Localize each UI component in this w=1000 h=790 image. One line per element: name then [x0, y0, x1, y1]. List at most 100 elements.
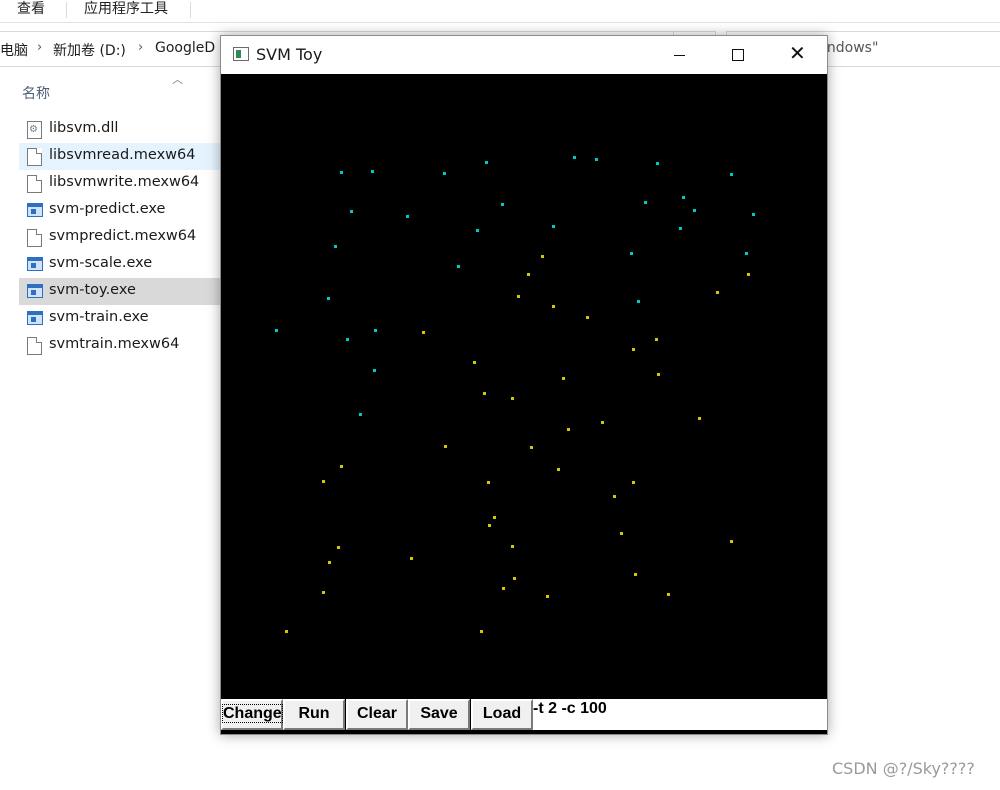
clear-button[interactable]: Clear — [346, 699, 408, 730]
save-button[interactable]: Save — [408, 699, 470, 730]
tab-view[interactable]: 查看 — [17, 0, 45, 22]
data-point-class2 — [285, 630, 288, 633]
data-point-class2 — [328, 561, 331, 564]
change-button[interactable]: Change — [221, 699, 283, 730]
run-button[interactable]: Run — [283, 699, 345, 730]
ribbon-divider — [66, 2, 67, 18]
data-point-class2 — [634, 573, 637, 576]
data-point-class1 — [476, 229, 479, 232]
sort-up-icon: ︿ — [172, 73, 183, 86]
column-header-name[interactable]: 名称 — [22, 83, 50, 103]
close-button[interactable]: ✕ — [767, 36, 825, 74]
data-point-class1 — [679, 227, 682, 230]
csdn-watermark: CSDN @?/Sky???? — [832, 759, 975, 778]
svm-drawing-canvas[interactable] — [221, 74, 827, 698]
data-point-class2 — [613, 495, 616, 498]
data-point-class1 — [350, 210, 353, 213]
file-name: libsvmwrite.mexw64 — [49, 174, 200, 190]
data-point-class2 — [601, 421, 604, 424]
file-name: svmtrain.mexw64 — [49, 336, 180, 352]
data-point-class1 — [730, 173, 733, 176]
data-point-class1 — [275, 329, 278, 332]
save-button-label: Save — [420, 705, 458, 722]
data-point-class2 — [422, 331, 425, 334]
exe-file-icon — [27, 257, 43, 271]
search-input-text[interactable]: indows" — [823, 40, 878, 56]
data-point-class1 — [682, 196, 685, 199]
data-point-class1 — [374, 329, 377, 332]
file-icon — [27, 175, 42, 193]
exe-file-icon — [27, 203, 43, 217]
file-row[interactable]: svmtrain.mexw64 — [19, 332, 229, 359]
data-point-class2 — [488, 524, 491, 527]
file-name: libsvmread.mexw64 — [49, 147, 196, 163]
file-row[interactable]: svmpredict.mexw64 — [19, 224, 229, 251]
parameter-input[interactable]: -t 2 -c 100 — [533, 699, 827, 730]
ribbon-divider — [190, 2, 191, 18]
data-point-class2 — [730, 540, 733, 543]
data-point-class2 — [337, 546, 340, 549]
minimize-button[interactable] — [651, 36, 709, 74]
data-point-class1 — [552, 225, 555, 228]
file-row[interactable]: libsvm.dll — [19, 116, 229, 143]
breadcrumb-drive[interactable]: 新加卷 (D:) — [53, 40, 126, 60]
data-point-class1 — [693, 209, 696, 212]
data-point-class2 — [667, 593, 670, 596]
data-point-class2 — [513, 577, 516, 580]
file-row[interactable]: svm-scale.exe — [19, 251, 229, 278]
breadcrumb-pc[interactable]: 电脑 — [0, 40, 28, 60]
data-point-class2 — [620, 532, 623, 535]
file-row[interactable]: svm-predict.exe — [19, 197, 229, 224]
data-point-class1 — [745, 252, 748, 255]
file-list: libsvm.dll libsvmread.mexw64 libsvmwrite.m… — [19, 116, 229, 359]
data-point-class2 — [340, 465, 343, 468]
title-bar[interactable]: SVM Toy ✕ — [221, 36, 827, 74]
app-icon — [233, 47, 249, 61]
window-title: SVM Toy — [256, 45, 323, 64]
data-point-class2 — [632, 481, 635, 484]
data-point-class1 — [752, 213, 755, 216]
load-button-label: Load — [482, 705, 522, 722]
data-point-class2 — [530, 446, 533, 449]
data-point-class1 — [334, 245, 337, 248]
data-point-class1 — [637, 300, 640, 303]
close-icon: ✕ — [789, 41, 806, 65]
file-row[interactable]: libsvmread.mexw64 — [19, 143, 229, 170]
data-point-class1 — [327, 297, 330, 300]
chevron-right-icon[interactable]: › — [138, 40, 143, 55]
data-point-class2 — [517, 295, 520, 298]
tab-app-tools[interactable]: 应用程序工具 — [84, 0, 168, 22]
load-button[interactable]: Load — [471, 699, 533, 730]
minimize-icon — [674, 55, 685, 56]
file-row[interactable]: svm-toy.exe — [19, 278, 229, 305]
dll-file-icon — [27, 121, 42, 139]
file-name: svm-train.exe — [49, 309, 149, 325]
svm-toy-window: SVM Toy ✕ Change Run Clear Save Load -t … — [220, 35, 828, 735]
data-point-class1 — [371, 170, 374, 173]
file-name: libsvm.dll — [49, 120, 119, 136]
maximize-button[interactable] — [709, 36, 767, 74]
data-point-class2 — [657, 373, 660, 376]
data-point-class2 — [444, 445, 447, 448]
data-point-class1 — [373, 369, 376, 372]
data-point-class2 — [541, 255, 544, 258]
data-point-class2 — [410, 557, 413, 560]
data-point-class2 — [716, 291, 719, 294]
data-point-class2 — [511, 545, 514, 548]
clear-button-label: Clear — [356, 705, 398, 722]
data-point-class2 — [502, 587, 505, 590]
maximize-icon — [732, 49, 744, 61]
chevron-right-icon[interactable]: › — [37, 40, 42, 55]
file-icon — [27, 148, 42, 166]
data-point-class2 — [493, 516, 496, 519]
file-row[interactable]: svm-train.exe — [19, 305, 229, 332]
data-point-class1 — [346, 338, 349, 341]
file-row[interactable]: libsvmwrite.mexw64 — [19, 170, 229, 197]
file-name: svm-predict.exe — [49, 201, 166, 217]
data-point-class1 — [573, 156, 576, 159]
data-point-class1 — [406, 215, 409, 218]
data-point-class2 — [546, 595, 549, 598]
data-point-class1 — [340, 171, 343, 174]
data-point-class2 — [747, 273, 750, 276]
breadcrumb-folder[interactable]: GoogleD — [155, 40, 215, 56]
